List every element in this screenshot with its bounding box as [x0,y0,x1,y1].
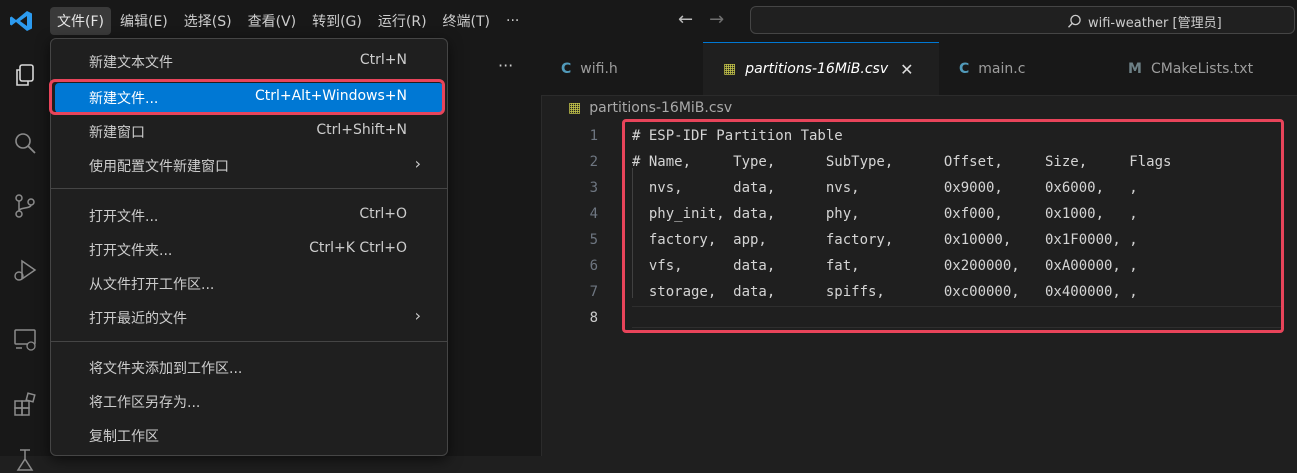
tab-main-c[interactable]: C main.c [939,42,1108,95]
menu-item-new-text-file[interactable]: 新建文本文件 Ctrl+N [55,47,443,77]
menu-item-open-file[interactable]: 打开文件... Ctrl+O [55,201,443,231]
tab-label: CMakeLists.txt [1150,60,1254,77]
menu-separator [51,341,447,342]
line-number: 8 [589,310,598,326]
tab-label: partitions-16MiB.csv [745,61,889,77]
search-icon [1067,14,1081,28]
line-number: 3 [589,180,598,196]
run-debug-icon[interactable] [12,257,38,283]
line-number: 4 [589,206,598,222]
menu-item-label: 使用配置文件新建窗口 [89,159,229,175]
menu-view[interactable]: 查看(V) [241,7,304,35]
activity-bar [0,42,50,471]
c-file-icon: C [959,60,970,77]
menu-item-shortcut: Ctrl+N [359,52,407,68]
search-icon[interactable] [12,130,38,156]
menu-item-label: 从文件打开工作区... [89,277,215,293]
menu-item-label: 打开文件... [89,209,159,225]
breadcrumb-file[interactable]: partitions-16MiB.csv [589,100,732,116]
line-number: 7 [589,284,598,300]
menu-item-new-window[interactable]: 新建窗口 Ctrl+Shift+N [55,117,443,147]
command-center-search[interactable]: wifi-weather [管理员] [750,6,1295,34]
line-number: 1 [589,128,598,144]
menu-item-label: 将文件夹添加到工作区... [89,361,243,377]
tab-label: main.c [978,60,1026,77]
menu-item-label: 打开最近的文件 [89,311,187,327]
c-file-icon: C [561,60,572,77]
line-number: 2 [589,154,598,170]
menu-item-add-folder-workspace[interactable]: 将文件夹添加到工作区... [55,353,443,383]
vscode-logo-icon [10,11,32,31]
file-menu-dropdown: 新建文本文件 Ctrl+N 新建文件... Ctrl+Alt+Windows+N… [49,38,448,456]
testing-icon[interactable] [12,447,38,473]
tab-partitions-csv[interactable]: ▦ partitions-16MiB.csv ✕ [703,42,939,95]
nav-arrows: ← → [678,9,724,30]
menu-item-shortcut: Ctrl+Shift+N [316,122,407,138]
tab-wifi-h[interactable]: C wifi.h [541,42,703,95]
source-control-icon[interactable] [12,193,38,219]
search-text: wifi-weather [管理员] [1088,16,1222,31]
menu-terminal[interactable]: 终端(T) [436,7,497,35]
menu-item-open-folder[interactable]: 打开文件夹... Ctrl+K Ctrl+O [55,235,443,265]
menu-item-open-workspace[interactable]: 从文件打开工作区... [55,269,443,299]
chevron-right-icon: › [414,306,421,325]
line-number: 6 [589,258,598,274]
menu-item-label: 打开文件夹... [89,243,173,259]
menu-more[interactable]: ··· [499,9,526,33]
back-arrow-icon[interactable]: ← [678,9,693,30]
cmake-file-icon: M [1128,60,1142,77]
menu-item-shortcut: Ctrl+O [359,206,407,222]
remote-explorer-icon[interactable] [12,326,38,352]
close-icon[interactable]: ✕ [900,60,913,79]
menu-run[interactable]: 运行(R) [371,7,434,35]
menu-go[interactable]: 转到(G) [305,7,369,35]
menu-item-shortcut: Ctrl+K Ctrl+O [309,240,407,256]
menu-item-new-window-profile[interactable]: 使用配置文件新建窗口 › [55,151,443,181]
sidebar-more-actions[interactable]: ··· [498,56,513,75]
extensions-icon[interactable] [12,392,38,418]
tab-cmakelists[interactable]: M CMakeLists.txt [1108,42,1297,95]
tab-label: wifi.h [580,60,618,77]
menu-file[interactable]: 文件(F) [50,7,111,35]
breadcrumb[interactable]: ▦ partitions-16MiB.csv [568,100,732,116]
menu-item-label: 复制工作区 [89,429,159,445]
chevron-right-icon: › [414,154,421,173]
highlight-annotation-box [49,79,445,115]
line-number: 5 [589,232,598,248]
csv-file-icon: ▦ [568,100,582,116]
code-annotation-box [622,119,1284,333]
menu-item-duplicate-workspace[interactable]: 复制工作区 [55,421,443,451]
explorer-icon[interactable] [12,62,38,88]
forward-arrow-icon[interactable]: → [709,9,724,30]
menu-edit[interactable]: 编辑(E) [113,7,175,35]
menu-item-label: 新建文本文件 [89,55,173,71]
editor-tabs: C wifi.h ▦ partitions-16MiB.csv ✕ C main… [541,42,1297,96]
menu-item-open-recent[interactable]: 打开最近的文件 › [55,303,443,333]
csv-file-icon: ▦ [723,61,737,77]
menu-separator [51,188,447,189]
menu-item-label: 新建窗口 [89,125,145,141]
menu-item-save-workspace-as[interactable]: 将工作区另存为... [55,387,443,417]
menu-bar: 文件(F) 编辑(E) 选择(S) 查看(V) 转到(G) 运行(R) 终端(T… [50,0,528,42]
menu-selection[interactable]: 选择(S) [177,7,239,35]
title-bar: 文件(F) 编辑(E) 选择(S) 查看(V) 转到(G) 运行(R) 终端(T… [0,0,1297,42]
menu-item-label: 将工作区另存为... [89,395,201,411]
